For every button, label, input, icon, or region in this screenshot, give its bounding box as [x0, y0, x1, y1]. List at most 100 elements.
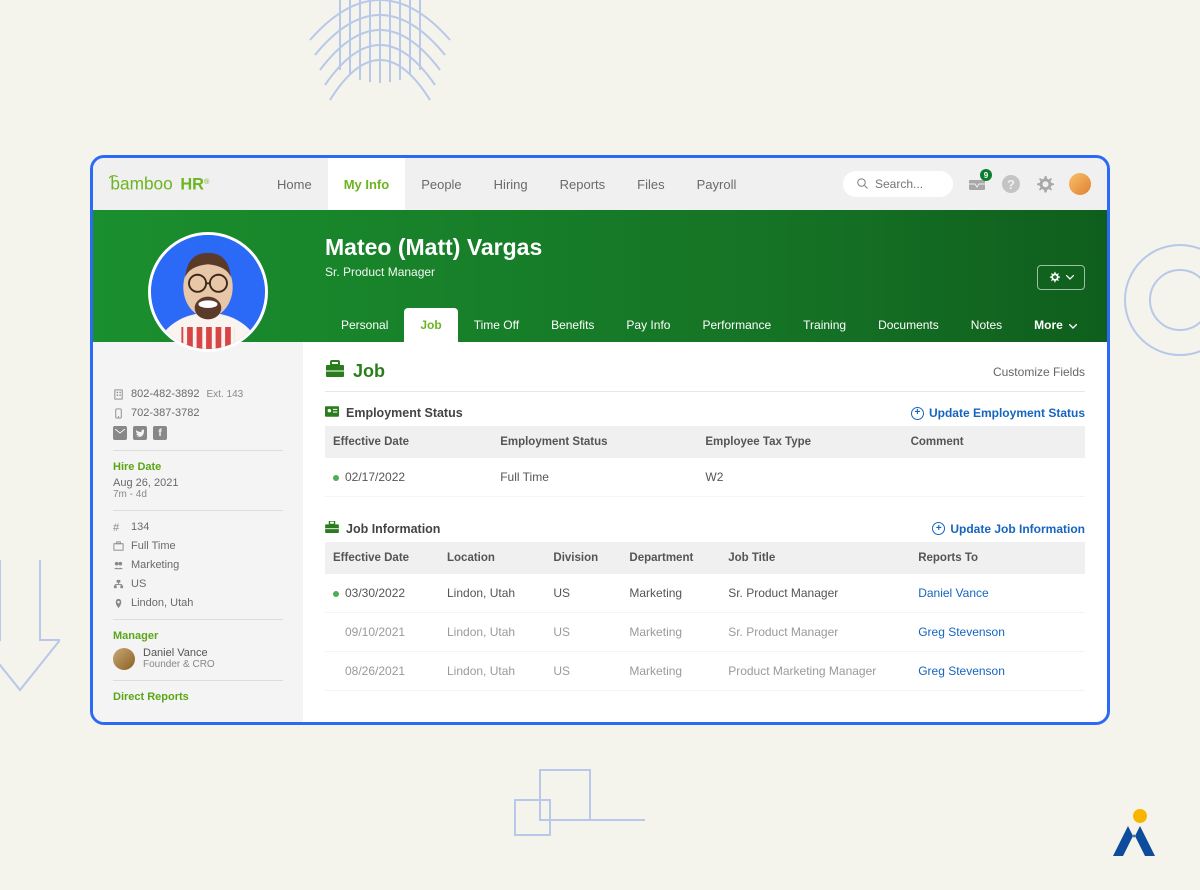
main-content: Job Customize Fields Employment Status +…: [303, 342, 1107, 722]
building-icon: [113, 389, 124, 400]
col-comment: Comment: [903, 426, 1085, 458]
customize-fields-link[interactable]: Customize Fields: [993, 365, 1085, 379]
cell-department: Marketing: [621, 613, 720, 652]
badge-icon: [113, 541, 124, 552]
inactive-dot: [333, 669, 339, 675]
table-row[interactable]: 09/10/2021 Lindon, Utah US Marketing Sr.…: [325, 613, 1085, 652]
job-info-table: Effective Date Location Division Departm…: [325, 542, 1085, 691]
update-employment-status-link[interactable]: + Update Employment Status: [911, 406, 1085, 420]
col-location: Location: [439, 542, 545, 574]
col-division: Division: [545, 542, 621, 574]
decorative-brand-mark: [1113, 808, 1155, 858]
employee-avatar[interactable]: [148, 232, 268, 352]
tab-benefits[interactable]: Benefits: [535, 308, 610, 342]
mobile-row: 702-387-3782: [113, 407, 283, 419]
cell-department: Marketing: [621, 574, 720, 613]
nav-payroll[interactable]: Payroll: [681, 158, 753, 210]
nav-home[interactable]: Home: [261, 158, 328, 210]
tab-performance[interactable]: Performance: [686, 308, 787, 342]
col-tax-type: Employee Tax Type: [697, 426, 902, 458]
nav-my-info[interactable]: My Info: [328, 158, 406, 210]
tab-documents[interactable]: Documents: [862, 308, 955, 342]
col-effective-date: Effective Date: [325, 426, 492, 458]
decorative-arrow: [0, 560, 60, 700]
cell-reports-to[interactable]: Greg Stevenson: [910, 652, 1085, 691]
svg-text:®: ®: [204, 177, 210, 186]
user-avatar[interactable]: [1069, 173, 1091, 195]
active-dot-icon: [333, 475, 339, 481]
table-row[interactable]: 02/17/2022 Full Time W2: [325, 458, 1085, 497]
twitter-icon[interactable]: [133, 426, 147, 440]
search-box[interactable]: [843, 171, 953, 197]
country-row: US: [113, 578, 283, 590]
tenure-value: 7m - 4d: [113, 489, 283, 500]
employment-status-table: Effective Date Employment Status Employe…: [325, 426, 1085, 497]
manager-label: Manager: [113, 630, 283, 642]
nav-hiring[interactable]: Hiring: [478, 158, 544, 210]
cell-date: 08/26/2021: [345, 664, 405, 678]
manager-title: Founder & CRO: [143, 659, 215, 670]
decorative-circle: [1120, 240, 1200, 360]
col-employment-status: Employment Status: [492, 426, 697, 458]
department-row: Marketing: [113, 559, 283, 571]
tab-notes[interactable]: Notes: [955, 308, 1018, 342]
cell-date: 03/30/2022: [345, 586, 405, 600]
cell-date: 09/10/2021: [345, 625, 405, 639]
briefcase-icon: [325, 521, 339, 536]
emp-type-row: Full Time: [113, 540, 283, 552]
hire-date-label: Hire Date: [113, 461, 283, 473]
app-window: bamboo HR® Home My Info People Hiring Rep…: [90, 155, 1110, 725]
tab-more[interactable]: More: [1018, 308, 1093, 342]
search-input[interactable]: [875, 177, 945, 191]
nav-people[interactable]: People: [405, 158, 477, 210]
nav-reports[interactable]: Reports: [544, 158, 622, 210]
table-row[interactable]: 03/30/2022 Lindon, Utah US Marketing Sr.…: [325, 574, 1085, 613]
cell-title: Sr. Product Manager: [720, 574, 910, 613]
email-icon[interactable]: [113, 426, 127, 440]
briefcase-icon: [325, 360, 345, 383]
mobile-icon: [113, 408, 124, 419]
cell-department: Marketing: [621, 652, 720, 691]
cell-division: US: [545, 574, 621, 613]
body: 802-482-3892 Ext. 143 702-387-3782 f Hir…: [93, 342, 1107, 722]
main-nav: Home My Info People Hiring Reports Files…: [261, 158, 752, 210]
tab-time-off[interactable]: Time Off: [458, 308, 535, 342]
manager-avatar: [113, 648, 135, 670]
inbox-icon[interactable]: 9: [967, 174, 987, 194]
help-icon[interactable]: ?: [1001, 174, 1021, 194]
svg-text:HR: HR: [180, 175, 204, 193]
profile-settings-button[interactable]: [1037, 265, 1085, 290]
topbar: bamboo HR® Home My Info People Hiring Rep…: [93, 158, 1107, 210]
tab-training[interactable]: Training: [787, 308, 862, 342]
profile-tabs: Personal Job Time Off Benefits Pay Info …: [325, 308, 1093, 342]
cell-reports-to[interactable]: Daniel Vance: [910, 574, 1085, 613]
hash-icon: #: [113, 522, 124, 533]
svg-text:bamboo: bamboo: [110, 174, 172, 193]
chevron-down-icon: [1066, 275, 1074, 280]
inactive-dot: [333, 630, 339, 636]
decorative-lines: [300, 0, 460, 140]
employee-title: Sr. Product Manager: [325, 265, 1107, 279]
col-job-title: Job Title: [720, 542, 910, 574]
update-job-info-link[interactable]: + Update Job Information: [932, 522, 1085, 536]
gear-icon[interactable]: [1035, 174, 1055, 194]
emp-type: Full Time: [131, 540, 176, 552]
cell-comment: [903, 458, 1085, 497]
location: Lindon, Utah: [131, 597, 193, 609]
plus-icon: +: [932, 522, 945, 535]
brand-logo[interactable]: bamboo HR®: [109, 174, 261, 194]
hire-date-value: Aug 26, 2021: [113, 477, 283, 489]
tab-job[interactable]: Job: [404, 308, 457, 342]
nav-files[interactable]: Files: [621, 158, 680, 210]
manager-block[interactable]: Daniel Vance Founder & CRO: [113, 647, 283, 670]
cell-reports-to[interactable]: Greg Stevenson: [910, 613, 1085, 652]
col-department: Department: [621, 542, 720, 574]
manager-name: Daniel Vance: [143, 647, 215, 659]
tab-pay-info[interactable]: Pay Info: [610, 308, 686, 342]
table-row[interactable]: 08/26/2021 Lindon, Utah US Marketing Pro…: [325, 652, 1085, 691]
facebook-icon[interactable]: f: [153, 426, 167, 440]
phone-ext: Ext. 143: [207, 389, 244, 400]
tab-personal[interactable]: Personal: [325, 308, 404, 342]
cell-location: Lindon, Utah: [439, 574, 545, 613]
col-reports-to: Reports To: [910, 542, 1085, 574]
